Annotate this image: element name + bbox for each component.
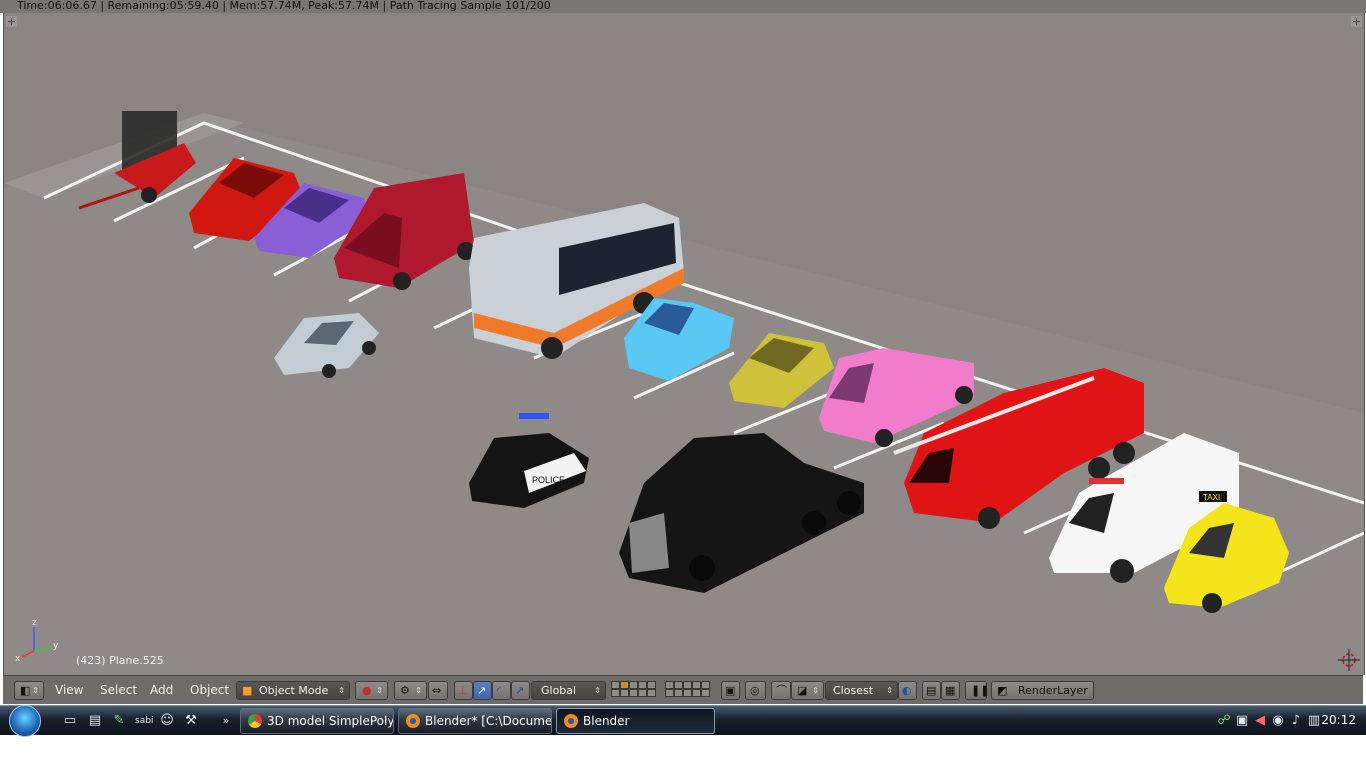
clapperboard-icon: ▦ xyxy=(945,684,956,697)
snap-cube-icon: ◪ xyxy=(797,684,808,697)
menu-object[interactable]: Object xyxy=(190,682,229,699)
viewport-shading-dropdown[interactable]: ● ⇕ xyxy=(355,681,388,700)
task-label: Blender* [C:\Documen... xyxy=(425,714,552,728)
translate-manipulator-button[interactable]: ⊥ xyxy=(454,681,473,700)
network-icon[interactable]: ☍ xyxy=(1216,713,1232,729)
align-icon: ◐ xyxy=(902,684,912,697)
transform-orientation-value: Global xyxy=(541,684,577,697)
menu-view[interactable]: View xyxy=(55,682,83,699)
active-object-label: (423) Plane.525 xyxy=(76,654,164,667)
blender-icon xyxy=(564,714,578,728)
translate-arrow-icon: ⊥ xyxy=(458,684,468,697)
mode-dropdown-value: Object Mode xyxy=(259,684,329,697)
magnet-icon: ⌒ xyxy=(776,684,787,697)
3d-cursor-icon xyxy=(1338,649,1360,671)
task-button-blender-project[interactable]: Blender* [C:\Documen... xyxy=(398,708,552,734)
pivot-point-dropdown[interactable]: ⚙ ⇕ xyxy=(394,681,427,700)
chevron-updown-icon: ⇕ xyxy=(594,686,601,695)
manipulator-toggle-button[interactable]: ⇔ xyxy=(428,681,448,700)
manipulator-icon: ⇔ xyxy=(432,684,442,697)
pivot-icon: ⚙ xyxy=(400,684,410,697)
show-desktop-icon[interactable]: ▭ xyxy=(62,713,78,729)
proportional-circle-icon: ◎ xyxy=(750,684,760,697)
layers-icon: ▣ xyxy=(725,684,736,697)
layer-grid-1[interactable] xyxy=(611,681,656,697)
rotate-manipulator-button[interactable]: ↗ xyxy=(473,681,492,700)
pause-render-button[interactable]: ❚❚ xyxy=(965,681,990,700)
snap-target-value: Closest xyxy=(833,684,874,697)
device-icon[interactable]: ▣ xyxy=(1234,713,1250,729)
police-car-text: POLICE xyxy=(532,475,565,485)
3d-view-header: ◧ ⇕ View Select Add Object ■ Object Mode… xyxy=(3,675,1363,704)
cube-editor-icon: ◧ xyxy=(20,684,31,697)
proportional-edit-button[interactable]: ◎ xyxy=(745,681,766,700)
render-layer-icon: ◩ xyxy=(997,684,1008,697)
chevron-updown-icon: ⇕ xyxy=(886,686,893,695)
quicklaunch-tool-icon[interactable]: ⚒ xyxy=(183,713,199,729)
snap-element-dropdown[interactable]: ◪ ⇕ xyxy=(791,681,824,700)
chevron-updown-icon: ⇕ xyxy=(338,686,345,695)
scale-manipulator-button[interactable]: ↗ xyxy=(511,681,530,700)
transform-orientation-dropdown[interactable]: Global ⇕ xyxy=(531,681,606,700)
render-status-text: Time:06:06.67 | Remaining:05:59.40 | Mem… xyxy=(0,0,1366,13)
start-button[interactable] xyxy=(9,705,41,737)
render-animation-button[interactable]: ▦ xyxy=(941,681,960,700)
chevron-updown-icon: ⇕ xyxy=(812,686,819,695)
chevron-updown-icon: ⇕ xyxy=(32,686,39,695)
quicklaunch-sabi-icon[interactable]: sabi xyxy=(135,713,153,729)
lock-layers-button[interactable]: ▣ xyxy=(721,681,740,700)
quicklaunch-overflow-icon[interactable]: » xyxy=(218,713,234,729)
render-still-button[interactable]: ▤ xyxy=(922,681,941,700)
task-label: Blender xyxy=(583,714,630,728)
snap-target-dropdown[interactable]: Closest ⇕ xyxy=(825,681,898,700)
chrome-icon xyxy=(248,714,262,728)
blender-icon xyxy=(406,714,420,728)
mode-dropdown[interactable]: ■ Object Mode ⇕ xyxy=(236,681,350,700)
camera-icon: ▤ xyxy=(926,684,937,697)
menu-add[interactable]: Add xyxy=(150,682,173,699)
menu-select[interactable]: Select xyxy=(100,682,137,699)
arc-icon: ◜ xyxy=(497,684,502,697)
task-button-blender[interactable]: Blender xyxy=(556,708,715,734)
axis-x-label: x xyxy=(15,654,21,663)
scale-arrow-icon: ↗ xyxy=(515,684,525,697)
pause-icon: ❚❚ xyxy=(971,684,990,697)
rotate-arrow-icon: ↗ xyxy=(477,684,487,697)
3d-viewport[interactable]: POLICE TAXI + + z y x (423) Plane.525 xyxy=(3,13,1365,675)
axis-gizmo: z y x xyxy=(15,618,59,663)
task-label: 3D model SimplePoly C... xyxy=(267,714,394,728)
axis-y-label: y xyxy=(53,641,59,651)
shading-sphere-icon: ● xyxy=(362,684,372,697)
clock[interactable]: 20:12 xyxy=(1321,706,1356,735)
volume-icon[interactable]: ♪ xyxy=(1288,713,1304,729)
render-layer-label: RenderLayer xyxy=(1018,684,1088,697)
antivirus-icon[interactable]: ◀ xyxy=(1252,713,1268,729)
chevron-updown-icon: ⇕ xyxy=(415,686,422,695)
snap-toggle-button[interactable]: ⌒ xyxy=(771,681,791,700)
rendered-scene: POLICE TAXI xyxy=(4,111,1364,675)
task-button-chrome[interactable]: 3D model SimplePoly C... xyxy=(240,708,394,734)
taxi-sign-text: TAXI xyxy=(1203,493,1220,502)
quicklaunch-users-icon[interactable]: ☺ xyxy=(159,713,175,729)
object-cube-icon: ■ xyxy=(242,684,253,697)
render-layer-button[interactable]: ◩ RenderLayer xyxy=(991,681,1094,700)
axis-z-label: z xyxy=(32,618,37,628)
editor-type-button[interactable]: ◧ ⇕ xyxy=(14,681,44,700)
chevron-updown-icon: ⇕ xyxy=(376,686,383,695)
layer-grid-2[interactable] xyxy=(665,681,710,697)
windows-taskbar: ▭ ▤ ✎ sabi ☺ ⚒ » 3D model SimplePoly C..… xyxy=(0,705,1366,737)
monitor-icon[interactable]: ▥ xyxy=(1306,713,1322,729)
window-switcher-icon[interactable]: ▤ xyxy=(87,713,103,729)
arc-manipulator-button[interactable]: ◜ xyxy=(492,681,511,700)
area-split-widget-top-left[interactable]: + xyxy=(6,16,17,27)
settings-icon[interactable]: ◉ xyxy=(1270,713,1286,729)
align-rotation-button[interactable]: ◐ xyxy=(898,681,917,700)
quicklaunch-app-icon[interactable]: ✎ xyxy=(111,713,127,729)
area-split-widget-top-right[interactable]: + xyxy=(1351,16,1362,27)
system-tray: ☍ ▣ ◀ ◉ ♪ ▥ 20:12 xyxy=(1206,706,1366,736)
